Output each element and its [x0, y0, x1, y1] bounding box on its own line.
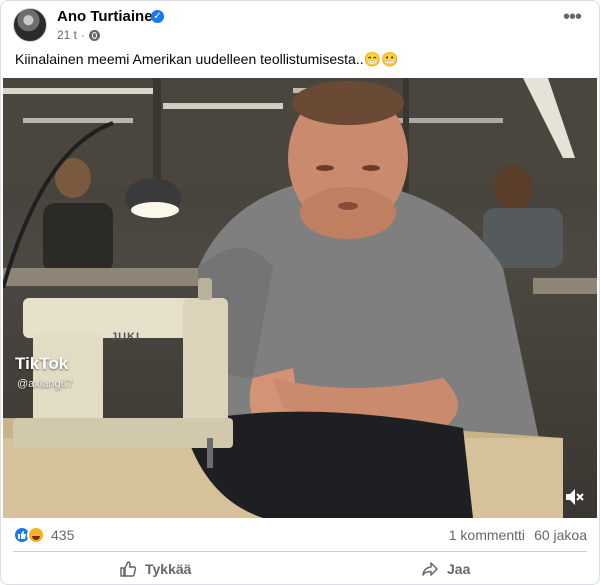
divider — [13, 551, 587, 552]
thumb-up-icon — [120, 561, 137, 577]
avatar[interactable] — [13, 8, 47, 42]
author-name[interactable]: Ano Turtiainen — [57, 8, 162, 25]
like-button-label: Tykkää — [145, 561, 192, 577]
video-player[interactable]: TikTok @axiang67 JUKI — [3, 78, 597, 518]
shares-count[interactable]: 60 jakoa — [534, 527, 587, 543]
tiktok-handle: @axiang67 — [17, 378, 73, 390]
more-icon[interactable]: ••• — [559, 7, 585, 31]
like-button[interactable]: Tykkää — [119, 558, 191, 580]
share-button[interactable]: Jaa — [421, 558, 470, 580]
post-stats: 435 1 kommentti 60 jakoa — [13, 525, 587, 547]
comments-count[interactable]: 1 kommentti — [449, 527, 525, 543]
verified-badge-icon: ✓ — [151, 10, 164, 23]
video-frame — [3, 78, 597, 518]
reaction-icons[interactable] — [13, 526, 45, 544]
haha-icon — [27, 526, 45, 544]
tiktok-watermark: TikTok — [15, 354, 69, 373]
post-time[interactable]: 21 t — [57, 28, 77, 42]
share-button-label: Jaa — [447, 561, 471, 577]
mute-icon[interactable] — [563, 486, 585, 508]
post-caption: Kiinalainen meemi Amerikan uudelleen teo… — [15, 51, 399, 67]
globe-icon — [89, 29, 101, 41]
post-meta: 21 t · — [57, 28, 101, 42]
share-arrow-icon — [422, 562, 438, 576]
machine-brand-label: JUKI — [111, 331, 141, 343]
post-card: Ano Turtiainen ✓ 21 t · ••• Kiinalainen … — [0, 0, 600, 585]
reaction-count[interactable]: 435 — [51, 527, 74, 543]
